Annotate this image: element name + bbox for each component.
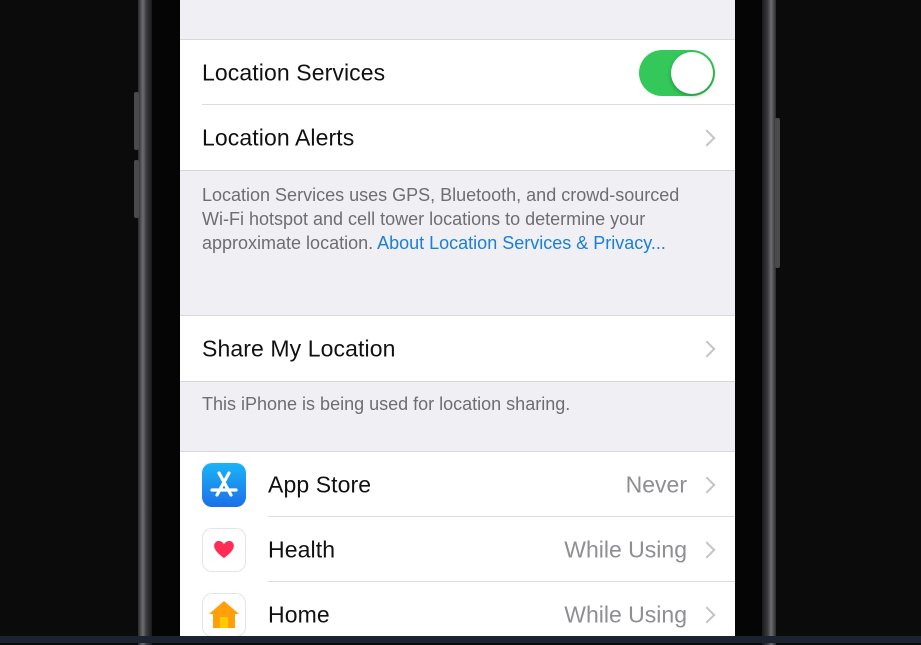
volume-down-button-hardware bbox=[134, 160, 139, 218]
permission-value: Never bbox=[625, 471, 687, 497]
location-services-description: Location Services uses GPS, Bluetooth, a… bbox=[202, 183, 692, 255]
toggle-knob bbox=[671, 51, 713, 94]
phone-frame-left bbox=[138, 0, 152, 645]
share-location-group: Share My Location bbox=[180, 315, 735, 382]
share-location-footer: This iPhone is being used for location s… bbox=[202, 394, 571, 414]
settings-screen: Location Services Location Alerts Locati… bbox=[180, 0, 735, 643]
volume-up-button-hardware bbox=[134, 92, 139, 150]
share-my-location-row[interactable]: Share My Location bbox=[180, 316, 735, 381]
location-services-toggle[interactable] bbox=[639, 49, 715, 96]
bottom-edge-strip bbox=[0, 636, 921, 643]
chevron-right-icon bbox=[698, 340, 716, 357]
chevron-right-icon bbox=[698, 476, 716, 493]
app-list-group: App Store Never Health While Using Home … bbox=[180, 451, 735, 643]
home-house-icon bbox=[202, 592, 246, 637]
permission-value: While Using bbox=[564, 536, 687, 562]
side-power-button-hardware bbox=[775, 118, 780, 268]
app-name: Home bbox=[268, 601, 330, 627]
app-name: App Store bbox=[268, 471, 372, 497]
app-row-app-store[interactable]: App Store Never bbox=[180, 452, 735, 517]
chevron-right-icon bbox=[698, 606, 716, 623]
about-location-privacy-link[interactable]: About Location Services & Privacy... bbox=[377, 233, 666, 253]
location-services-label: Location Services bbox=[202, 59, 386, 85]
permission-value: While Using bbox=[564, 601, 687, 627]
phone-bezel-left bbox=[152, 0, 180, 643]
phone-frame-right bbox=[762, 0, 776, 645]
location-alerts-label: Location Alerts bbox=[202, 124, 355, 150]
health-heart-icon bbox=[202, 527, 246, 572]
app-row-home[interactable]: Home While Using bbox=[180, 582, 735, 643]
location-services-group: Location Services Location Alerts bbox=[180, 39, 735, 171]
location-alerts-row[interactable]: Location Alerts bbox=[180, 105, 735, 170]
app-name: Health bbox=[268, 536, 336, 562]
chevron-right-icon bbox=[698, 129, 716, 146]
phone-bezel-right bbox=[735, 0, 762, 643]
app-store-icon bbox=[202, 462, 246, 507]
location-services-row[interactable]: Location Services bbox=[180, 40, 735, 105]
share-my-location-label: Share My Location bbox=[202, 335, 396, 361]
app-row-health[interactable]: Health While Using bbox=[180, 517, 735, 582]
chevron-right-icon bbox=[698, 541, 716, 558]
